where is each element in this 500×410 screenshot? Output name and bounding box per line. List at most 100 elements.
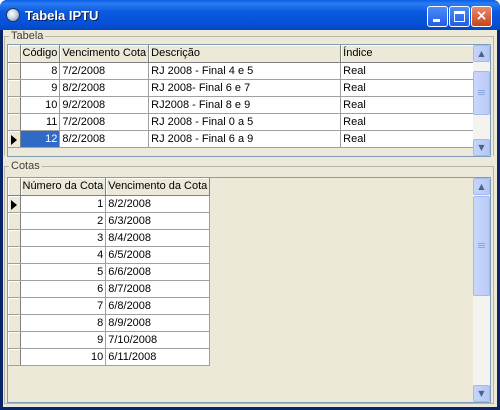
cell-descricao[interactable]: RJ 2008 - Final 0 a 5 <box>148 113 342 131</box>
scroll-down-arrow-icon[interactable]: ▼ <box>473 385 490 402</box>
table-row[interactable]: 6 8/7/2008 <box>8 280 211 298</box>
minimize-button[interactable] <box>427 6 448 27</box>
column-header-vencimento-da-cota[interactable]: Vencimento da Cota <box>105 178 211 196</box>
table-row[interactable]: 5 6/6/2008 <box>8 263 211 281</box>
cell-codigo[interactable]: 10 <box>20 96 61 114</box>
cell-numero-cota[interactable]: 2 <box>20 212 107 230</box>
cell-vencimento-da-cota[interactable]: 6/6/2008 <box>105 263 211 281</box>
close-icon: × <box>475 8 488 24</box>
cell-descricao[interactable]: RJ 2008- Final 6 e 7 <box>148 79 342 97</box>
column-header-numero-cota[interactable]: Número da Cota <box>20 178 107 196</box>
cell-vencimento-cota[interactable]: 8/2/2008 <box>59 130 150 148</box>
grip-line <box>478 94 485 95</box>
cell-vencimento-da-cota[interactable]: 8/2/2008 <box>105 195 211 213</box>
cell-indice[interactable]: Real <box>340 113 476 131</box>
cell-codigo[interactable]: 9 <box>20 79 61 97</box>
cell-numero-cota[interactable]: 5 <box>20 263 107 281</box>
table-row[interactable]: 4 6/5/2008 <box>8 246 211 264</box>
cell-numero-cota[interactable]: 4 <box>20 246 107 264</box>
cell-codigo[interactable]: 11 <box>20 113 61 131</box>
cell-indice[interactable]: Real <box>340 96 476 114</box>
table-row[interactable]: 7 6/8/2008 <box>8 297 211 315</box>
table-row[interactable]: 10 9/2/2008 RJ2008 - Final 8 e 9 Real <box>8 96 476 114</box>
cell-vencimento-da-cota[interactable]: 6/8/2008 <box>105 297 211 315</box>
table-row[interactable]: 11 7/2/2008 RJ 2008 - Final 0 a 5 Real <box>8 113 476 131</box>
cell-codigo[interactable]: 12 <box>20 130 61 148</box>
column-header-codigo[interactable]: Código <box>20 45 61 63</box>
table-row[interactable]: 9 8/2/2008 RJ 2008- Final 6 e 7 Real <box>8 79 476 97</box>
row-indicator[interactable] <box>8 297 21 315</box>
tabela-vertical-scrollbar[interactable]: ▲ ▼ <box>473 45 490 156</box>
row-pointer-icon <box>11 134 17 145</box>
cell-numero-cota[interactable]: 1 <box>20 195 107 213</box>
cotas-grid[interactable]: Número da Cota Vencimento da Cota 1 8/2/2… <box>7 177 491 403</box>
cell-vencimento-da-cota[interactable]: 7/10/2008 <box>105 331 211 349</box>
cell-vencimento-cota[interactable]: 7/2/2008 <box>59 62 150 80</box>
scroll-up-arrow-icon[interactable]: ▲ <box>473 45 490 62</box>
cell-indice[interactable]: Real <box>340 79 476 97</box>
row-indicator[interactable] <box>8 212 21 230</box>
row-indicator[interactable] <box>8 348 21 366</box>
cell-numero-cota[interactable]: 7 <box>20 297 107 315</box>
table-row[interactable]: 9 7/10/2008 <box>8 331 211 349</box>
app-globe-icon[interactable] <box>6 8 20 22</box>
cotas-group-label: Cotas <box>9 160 42 172</box>
cell-numero-cota[interactable]: 6 <box>20 280 107 298</box>
cell-vencimento-da-cota[interactable]: 6/3/2008 <box>105 212 211 230</box>
cell-descricao[interactable]: RJ2008 - Final 8 e 9 <box>148 96 342 114</box>
maximize-button[interactable] <box>449 6 470 27</box>
column-header-descricao[interactable]: Descrição <box>148 45 342 63</box>
cell-indice[interactable]: Real <box>340 62 476 80</box>
row-indicator[interactable] <box>8 130 21 148</box>
row-indicator[interactable] <box>8 113 21 131</box>
table-row[interactable]: 3 8/4/2008 <box>8 229 211 247</box>
row-indicator[interactable] <box>8 280 21 298</box>
cell-vencimento-da-cota[interactable]: 6/5/2008 <box>105 246 211 264</box>
cell-descricao[interactable]: RJ 2008 - Final 6 a 9 <box>148 130 342 148</box>
cotas-vertical-scrollbar[interactable]: ▲ ▼ <box>473 178 490 402</box>
table-row[interactable]: 8 7/2/2008 RJ 2008 - Final 4 e 5 Real <box>8 62 476 80</box>
row-indicator[interactable] <box>8 314 21 332</box>
scrollbar-thumb[interactable] <box>473 196 490 296</box>
cell-vencimento-da-cota[interactable]: 8/9/2008 <box>105 314 211 332</box>
row-indicator[interactable] <box>8 246 21 264</box>
grip-line <box>478 243 485 244</box>
cell-numero-cota[interactable]: 3 <box>20 229 107 247</box>
table-row[interactable]: 8 8/9/2008 <box>8 314 211 332</box>
row-indicator[interactable] <box>8 263 21 281</box>
cell-codigo[interactable]: 8 <box>20 62 61 80</box>
row-indicator[interactable] <box>8 79 21 97</box>
column-header-indice[interactable]: Índice <box>340 45 476 63</box>
table-row[interactable]: 1 8/2/2008 <box>8 195 211 213</box>
indicator-header <box>8 45 21 63</box>
row-indicator[interactable] <box>8 195 21 213</box>
scroll-up-arrow-icon[interactable]: ▲ <box>473 178 490 195</box>
cell-vencimento-da-cota[interactable]: 8/4/2008 <box>105 229 211 247</box>
cell-descricao[interactable]: RJ 2008 - Final 4 e 5 <box>148 62 342 80</box>
cell-numero-cota[interactable]: 10 <box>20 348 107 366</box>
grip-line <box>478 90 485 91</box>
title-bar[interactable]: Tabela IPTU × <box>0 0 500 30</box>
row-indicator[interactable] <box>8 62 21 80</box>
cell-vencimento-cota[interactable]: 8/2/2008 <box>59 79 150 97</box>
cell-vencimento-da-cota[interactable]: 6/11/2008 <box>105 348 211 366</box>
row-indicator[interactable] <box>8 331 21 349</box>
cell-vencimento-da-cota[interactable]: 8/7/2008 <box>105 280 211 298</box>
table-row[interactable]: 10 6/11/2008 <box>8 348 211 366</box>
cell-vencimento-cota[interactable]: 7/2/2008 <box>59 113 150 131</box>
cell-indice[interactable]: Real <box>340 130 476 148</box>
row-pointer-icon <box>11 199 17 210</box>
table-row[interactable]: 12 8/2/2008 RJ 2008 - Final 6 a 9 Real <box>8 130 476 148</box>
scroll-down-arrow-icon[interactable]: ▼ <box>473 139 490 156</box>
close-button[interactable]: × <box>471 6 492 27</box>
row-indicator[interactable] <box>8 96 21 114</box>
cell-numero-cota[interactable]: 9 <box>20 331 107 349</box>
cell-vencimento-cota[interactable]: 9/2/2008 <box>59 96 150 114</box>
column-header-vencimento-cota[interactable]: Vencimento Cota <box>59 45 150 63</box>
scrollbar-thumb[interactable] <box>473 71 490 115</box>
row-indicator[interactable] <box>8 229 21 247</box>
cell-numero-cota[interactable]: 8 <box>20 314 107 332</box>
grip-line <box>478 92 485 93</box>
tabela-grid[interactable]: Código Vencimento Cota Descrição Índice … <box>7 44 491 157</box>
table-row[interactable]: 2 6/3/2008 <box>8 212 211 230</box>
